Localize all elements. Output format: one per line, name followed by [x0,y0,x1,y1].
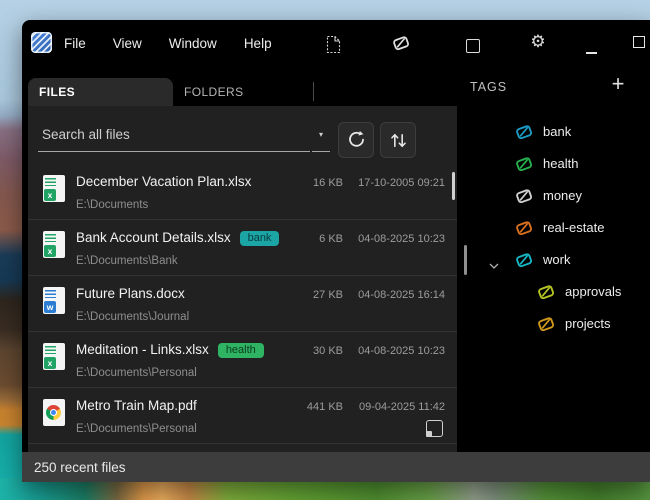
file-name: Metro Train Map.pdf [76,398,197,413]
file-icon-xlsx: x [43,343,65,370]
file-modified: 04-08-2025 10:23 [358,345,445,357]
doc-lines [45,346,56,354]
file-modified: 04-08-2025 16:14 [358,289,445,301]
tag-icon [513,153,535,180]
file-size: 16 KB [313,177,343,189]
tag-label: real-estate [543,220,605,235]
chevron-down-icon[interactable] [489,256,499,274]
titlebar: File View Window Help ⚙ [22,20,650,66]
file-icon-docx: w [43,287,65,314]
tag-label: approvals [565,284,622,299]
file-modified: 04-08-2025 10:23 [358,233,445,245]
file-name: December Vacation Plan.xlsx [76,174,252,189]
menu-file[interactable]: File [64,36,86,51]
file-icon-xlsx: x [43,231,65,258]
file-tag-badge: health [217,343,264,358]
tag-item-bank[interactable]: bank [457,116,650,148]
file-path: E:\Documents [76,199,149,211]
chrome-logo-icon [46,405,61,420]
app-icon [31,32,52,53]
doc-lines [45,290,56,298]
file-icon-pdf-chrome [43,399,65,426]
menubar: File View Window Help [64,20,272,66]
file-icon-xlsx: x [43,175,65,202]
search-input[interactable] [38,118,310,152]
window-layout-icon[interactable] [462,35,484,57]
doc-letter-badge: x [44,245,56,257]
pin-overlay-icon[interactable] [426,420,443,437]
file-size: 27 KB [313,289,343,301]
tag-list: bank health money real-estate work approvals p… [457,116,650,340]
doc-letter-badge: x [44,357,56,369]
doc-lines [45,234,56,242]
tab-folders[interactable]: FOLDERS [173,78,303,106]
tags-panel: TAGS + bank health money real-estate work app… [457,66,650,452]
file-name: Meditation - Links.xlsx health [76,342,264,359]
status-text: 250 recent files [34,459,126,475]
menu-view[interactable]: View [113,36,142,51]
desktop-wallpaper: File View Window Help ⚙ FILES FOLDERS Se… [0,0,650,500]
doc-letter-badge: x [44,189,56,201]
file-size: 6 KB [319,233,343,245]
tag-label: health [543,156,579,171]
tag-label: projects [565,316,611,331]
maximize-button[interactable] [628,31,650,53]
tag-item-work[interactable]: work [457,244,650,276]
doc-lines [45,178,56,186]
file-size: 441 KB [306,401,343,413]
tag-item-health[interactable]: health [457,148,650,180]
menu-help[interactable]: Help [244,36,272,51]
new-file-icon[interactable] [322,33,344,55]
file-row[interactable]: x December Vacation Plan.xlsx 16 KB 17-10-2… [28,164,457,220]
file-name: Future Plans.docx [76,286,185,301]
file-path: E:\Documents\Personal [76,367,197,379]
gear-icon[interactable]: ⚙ [527,31,549,53]
file-path: E:\Documents\Personal [76,423,197,435]
refresh-button[interactable] [338,122,374,158]
tag-item-money[interactable]: money [457,180,650,212]
file-name: Bank Account Details.xlsx bank [76,230,280,247]
file-row[interactable]: x Meditation - Links.xlsx health 30 KB 04-08… [28,332,457,388]
file-list: x December Vacation Plan.xlsx 16 KB 17-10-2… [28,164,457,444]
tag-label: money [543,188,583,203]
minimize-button[interactable] [580,42,602,64]
files-panel: ▾ x December Vacation Plan.xlsx 16 KB 17-10… [28,106,457,452]
tag-item-approvals[interactable]: approvals [457,276,650,308]
tag-icon [513,249,535,276]
tab-files[interactable]: FILES [28,78,173,106]
file-path: E:\Documents\Bank [76,255,178,267]
tabs-row: FILES FOLDERS [28,78,457,106]
tag-icon [535,313,557,340]
search-dropdown-arrow-icon[interactable]: ▾ [312,118,330,152]
tag-icon [513,185,535,212]
tag-item-projects[interactable]: projects [457,308,650,340]
file-modified: 17-10-2005 09:21 [358,177,445,189]
tag-item-real-estate[interactable]: real-estate [457,212,650,244]
sort-button[interactable] [380,122,416,158]
file-size: 30 KB [313,345,343,357]
tag-icon [513,217,535,244]
menu-window[interactable]: Window [169,36,217,51]
tabs-divider [313,82,314,101]
app-window: File View Window Help ⚙ FILES FOLDERS Se… [22,20,650,482]
file-modified: 09-04-2025 11:42 [358,401,445,413]
refresh-icon [348,130,364,147]
tag-icon [535,281,557,308]
file-path: E:\Documents\Journal [76,311,190,323]
tag-icon[interactable] [390,32,412,54]
file-row[interactable]: w Future Plans.docx 27 KB 04-08-2025 16:14 E… [28,276,457,332]
tags-scrollbar[interactable] [464,245,467,275]
file-tag-badge: bank [239,231,280,246]
file-row[interactable]: Metro Train Map.pdf 441 KB 09-04-2025 11:4… [28,388,457,444]
file-row[interactable]: x Bank Account Details.xlsx bank 6 KB 04-08-… [28,220,457,276]
tags-header: TAGS [470,80,508,94]
tag-label: work [543,252,571,267]
tag-label: bank [543,124,572,139]
files-scrollbar[interactable] [452,172,455,200]
status-bar: 250 recent files [22,452,650,482]
tag-icon [513,121,535,148]
add-tag-button[interactable]: + [605,71,631,97]
doc-letter-badge: w [44,301,56,313]
sort-arrows-icon [390,133,406,147]
